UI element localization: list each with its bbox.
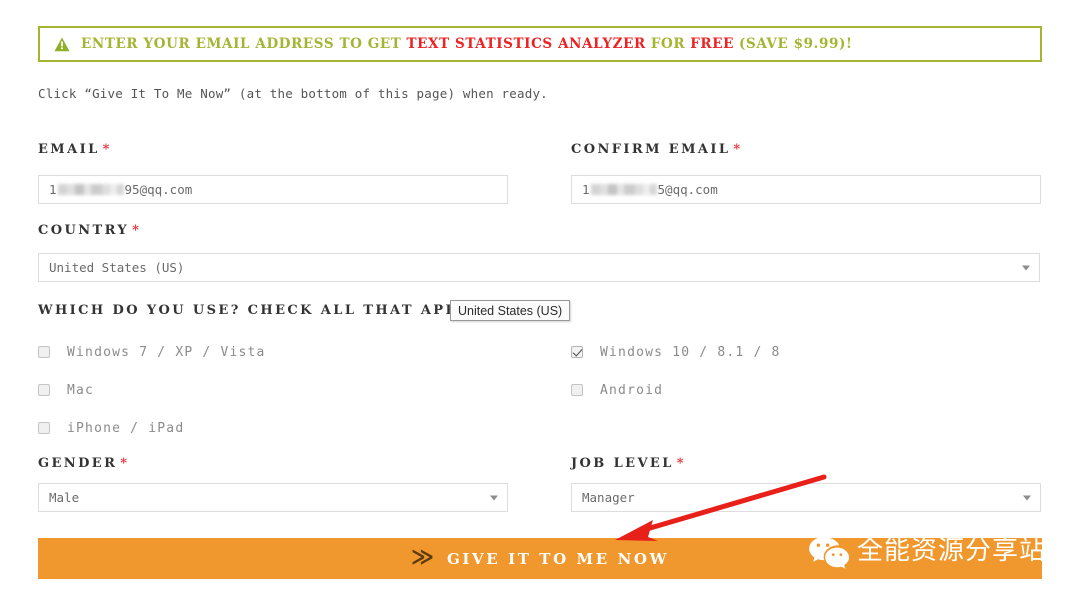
confirm-email-group: CONFIRM EMAIL * <box>571 142 1041 157</box>
checkbox-label: Mac <box>67 382 95 398</box>
job-level-label: JOB LEVEL * <box>571 456 684 471</box>
required-asterisk: * <box>132 223 139 238</box>
country-label: COUNTRY * <box>38 223 139 238</box>
job-level-select[interactable]: Manager <box>571 483 1041 512</box>
checkbox-label: Windows 7 / XP / Vista <box>67 344 266 360</box>
checkbox-label: Windows 10 / 8.1 / 8 <box>600 344 781 360</box>
checkbox-mac[interactable] <box>38 384 50 396</box>
checkbox-windows-7[interactable] <box>38 346 50 358</box>
email-value-suffix: 95@qq.com <box>124 182 193 197</box>
give-it-to-me-now-button[interactable]: ≫ GIVE IT TO ME NOW <box>38 538 1042 579</box>
chevron-down-icon <box>1022 265 1030 270</box>
country-group: COUNTRY * <box>38 223 508 238</box>
country-select[interactable]: United States (US) <box>38 253 1040 282</box>
notice-part-0: ENTER YOUR EMAIL ADDRESS TO GET <box>81 36 402 52</box>
country-dropdown-popup[interactable]: United States (US) <box>450 300 571 321</box>
instruction-text: Click “Give It To Me Now” (at the bottom… <box>38 86 548 101</box>
confirm-email-input[interactable]: 1 5@qq.com <box>571 175 1041 204</box>
checkbox-row[interactable]: iPhone / iPad <box>38 419 508 437</box>
country-dropdown-popup-option[interactable]: United States (US) <box>458 304 562 318</box>
notice-part-4: (SAVE $9.99)! <box>738 36 853 52</box>
which-use-label: WHICH DO YOU USE? CHECK ALL THAT APPLY* <box>38 303 508 318</box>
job-level-selected-value: Manager <box>582 490 635 505</box>
form-page: ENTER YOUR EMAIL ADDRESS TO GET TEXT STAT… <box>0 0 1080 598</box>
required-asterisk: * <box>733 142 741 157</box>
which-use-group: WHICH DO YOU USE? CHECK ALL THAT APPLY* <box>38 303 508 318</box>
warning-triangle-icon <box>54 37 70 52</box>
checkbox-android[interactable] <box>571 384 583 396</box>
email-group: EMAIL * <box>38 142 508 157</box>
checkbox-label: Android <box>600 382 664 398</box>
promo-notice-text: ENTER YOUR EMAIL ADDRESS TO GET TEXT STAT… <box>81 36 852 52</box>
notice-part-2: FOR <box>650 36 686 52</box>
notice-part-3: FREE <box>690 36 734 52</box>
email-label: EMAIL * <box>38 142 110 157</box>
submit-button-label: GIVE IT TO ME NOW <box>446 549 670 568</box>
email-value-prefix: 1 <box>49 182 57 197</box>
gender-select[interactable]: Male <box>38 483 508 512</box>
checkbox-row[interactable]: Mac <box>38 381 508 399</box>
double-chevron-right-icon: ≫ <box>410 544 434 570</box>
confirm-email-value-prefix: 1 <box>582 182 590 197</box>
chevron-down-icon <box>490 495 498 500</box>
country-selected-value: United States (US) <box>49 260 185 275</box>
redaction-blur <box>590 184 657 195</box>
checkbox-row[interactable]: Android <box>571 381 1041 399</box>
checkbox-row[interactable]: Windows 7 / XP / Vista <box>38 343 508 361</box>
required-asterisk: * <box>120 456 128 471</box>
gender-selected-value: Male <box>49 490 80 505</box>
gender-label: GENDER * <box>38 456 128 471</box>
checkbox-label: iPhone / iPad <box>67 420 185 436</box>
gender-group: GENDER * <box>38 456 508 471</box>
notice-part-1: TEXT STATISTICS ANALYZER <box>406 36 646 52</box>
checkbox-row[interactable]: Windows 10 / 8.1 / 8 <box>571 343 1041 361</box>
chevron-down-icon <box>1023 495 1031 500</box>
confirm-email-label: CONFIRM EMAIL * <box>571 142 741 157</box>
checkbox-windows-10[interactable] <box>571 346 583 358</box>
required-asterisk: * <box>102 142 110 157</box>
email-input[interactable]: 1 95@qq.com <box>38 175 508 204</box>
checkbox-iphone-ipad[interactable] <box>38 422 50 434</box>
required-asterisk: * <box>676 456 684 471</box>
job-level-group: JOB LEVEL * <box>571 456 1041 471</box>
redaction-blur <box>57 184 124 195</box>
promo-notice-banner: ENTER YOUR EMAIL ADDRESS TO GET TEXT STAT… <box>38 26 1042 62</box>
confirm-email-value-suffix: 5@qq.com <box>657 182 718 197</box>
